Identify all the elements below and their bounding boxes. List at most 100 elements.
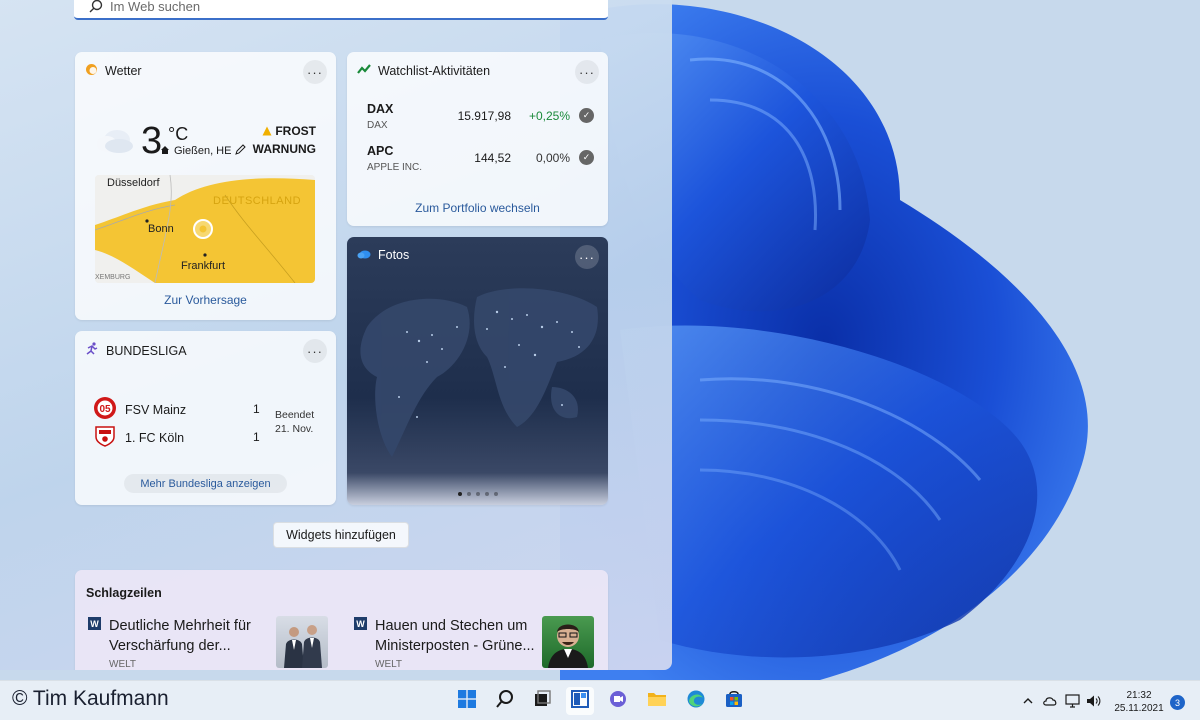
stock-row-dax[interactable]: DAX DAX 15.917,98 +0,25% ✓ — [367, 102, 594, 136]
stock-symbol: DAX — [367, 102, 394, 116]
weather-map[interactable]: Düsseldorf Bonn Frankfurt DEUTSCHLAND XE… — [95, 175, 315, 283]
runner-sports-icon — [85, 342, 99, 359]
forecast-link[interactable]: Zur Vorhersage — [75, 293, 336, 307]
stock-price: 144,52 — [474, 151, 511, 165]
search-icon — [495, 689, 515, 714]
welt-logo-icon: W — [88, 617, 101, 630]
news-headline[interactable]: Hauen und Stechen um Ministerposten - Gr… — [375, 616, 535, 656]
team-score: 1 — [253, 430, 260, 444]
koeln-crest-icon — [93, 424, 117, 451]
pager-dot[interactable] — [466, 492, 471, 496]
news-thumbnail-image[interactable] — [276, 616, 328, 668]
map-label-duesseldorf: Düsseldorf — [107, 177, 160, 189]
add-widgets-button[interactable]: Widgets hinzufügen — [273, 522, 409, 548]
bundesliga-header: BUNDESLIGA — [85, 342, 187, 359]
checkmark-icon[interactable]: ✓ — [579, 150, 594, 165]
weather-title: Wetter — [105, 64, 142, 78]
more-bundesliga-button[interactable]: Mehr Bundesliga anzeigen — [124, 474, 287, 493]
edit-pencil-icon[interactable] — [235, 144, 247, 158]
bundesliga-widget[interactable]: BUNDESLIGA ··· 05 FSV Mainz 1 1. FC Köln… — [75, 331, 336, 505]
pager-dot[interactable] — [457, 492, 462, 496]
weather-location[interactable]: Gießen, HE — [160, 144, 247, 158]
edge-icon — [686, 689, 706, 714]
stock-name: APPLE INC. — [367, 162, 423, 173]
watchlist-title: Watchlist-Aktivitäten — [378, 63, 491, 78]
notification-badge[interactable]: 3 — [1170, 695, 1185, 710]
pager-dot[interactable] — [475, 492, 480, 496]
taskbar-search-button[interactable] — [491, 687, 519, 715]
stock-change: +0,25% — [528, 109, 570, 123]
photo-pager[interactable] — [347, 492, 608, 496]
system-clock[interactable]: 21:32 25.11.2021 — [1113, 689, 1165, 715]
match-status: Beendet 21. Nov. — [275, 408, 314, 436]
photo-world-map — [360, 288, 598, 457]
watchlist-more-button[interactable]: ··· — [575, 60, 599, 84]
clock-time: 21:32 — [1126, 690, 1152, 701]
edge-browser-button[interactable] — [682, 687, 710, 715]
teams-chat-icon — [608, 689, 628, 714]
web-search-bar[interactable] — [74, 0, 608, 20]
watchlist-header: Watchlist-Aktivitäten — [357, 63, 490, 78]
copyright-watermark: © Tim Kaufmann — [12, 687, 169, 710]
map-label-deutschland: DEUTSCHLAND — [213, 195, 302, 207]
photos-more-button[interactable]: ··· — [575, 245, 599, 269]
store-icon — [724, 689, 744, 714]
weather-more-button[interactable]: ··· — [303, 60, 327, 84]
file-explorer-button[interactable] — [643, 687, 671, 715]
taskbar: © Tim Kaufmann 21:32 25.11.2021 3 — [0, 680, 1200, 720]
search-icon — [88, 0, 104, 14]
microsoft-store-button[interactable] — [720, 687, 748, 715]
onedrive-cloud-icon[interactable] — [1042, 693, 1058, 709]
frost-warning-line2: WARNUNG — [252, 142, 316, 156]
mainz-crest-icon: 05 — [93, 396, 117, 423]
teams-chat-button[interactable] — [604, 687, 632, 715]
frost-warning-line1: FROST — [275, 124, 316, 138]
headlines-widget[interactable]: Schlagzeilen W Deutliche Mehrheit für Ve… — [75, 570, 608, 670]
team-row-koeln[interactable]: 1. FC Köln — [93, 424, 184, 451]
volume-speaker-icon[interactable] — [1086, 693, 1102, 709]
pager-dot[interactable] — [484, 492, 489, 496]
map-label-bonn: Bonn — [148, 223, 174, 235]
stock-symbol: APC — [367, 144, 394, 158]
stock-row-apc[interactable]: APC APPLE INC. 144,52 0,00% ✓ — [367, 144, 594, 178]
news-headline[interactable]: Deutliche Mehrheit für Verschärfung der.… — [109, 616, 269, 656]
weather-temperature: 3 — [141, 120, 163, 162]
photos-widget[interactable]: Fotos ··· — [347, 237, 608, 505]
team-score: 1 — [253, 402, 260, 416]
team-name: FSV Mainz — [125, 402, 187, 417]
weather-widget[interactable]: Wetter ··· Gießen, HE 3 °C FROST WARNUNG — [75, 52, 336, 320]
stock-change: 0,00% — [535, 151, 570, 165]
web-search-input[interactable] — [110, 0, 590, 14]
warning-icon — [262, 124, 272, 141]
file-explorer-icon — [647, 689, 667, 714]
pager-dot[interactable] — [493, 492, 498, 496]
news-thumbnail-image[interactable] — [542, 616, 594, 668]
onedrive-cloud-icon — [357, 248, 371, 262]
stock-price: 15.917,98 — [457, 109, 511, 123]
widgets-panel: Wetter ··· Gießen, HE 3 °C FROST WARNUNG — [0, 0, 672, 670]
match-status-line2: 21. Nov. — [275, 423, 314, 435]
widgets-button[interactable] — [566, 687, 594, 715]
portfolio-link[interactable]: Zum Portfolio wechseln — [347, 201, 608, 215]
show-hidden-icons-chevron-icon[interactable] — [1020, 693, 1036, 709]
svg-text:05: 05 — [99, 404, 111, 415]
network-monitor-icon[interactable] — [1065, 693, 1081, 709]
bundesliga-more-button[interactable]: ··· — [303, 339, 327, 363]
weather-header: Wetter — [85, 63, 142, 79]
weather-sun-icon — [85, 63, 98, 79]
news-source: WELT — [109, 659, 137, 670]
start-button[interactable] — [453, 687, 481, 715]
stock-name: DAX — [367, 120, 388, 131]
task-view-button[interactable] — [528, 687, 556, 715]
clock-date: 25.11.2021 — [1114, 703, 1164, 714]
watchlist-widget[interactable]: Watchlist-Aktivitäten ··· DAX DAX 15.917… — [347, 52, 608, 226]
photos-header: Fotos — [357, 248, 409, 262]
start-icon — [457, 689, 477, 714]
photos-title: Fotos — [378, 248, 410, 262]
weather-unit: °C — [168, 124, 189, 144]
team-row-mainz[interactable]: 05 FSV Mainz — [93, 396, 186, 423]
task-view-icon — [532, 689, 552, 714]
checkmark-icon[interactable]: ✓ — [579, 108, 594, 123]
frost-warning[interactable]: FROST WARNUNG — [253, 123, 316, 158]
bundesliga-title: BUNDESLIGA — [106, 343, 187, 358]
